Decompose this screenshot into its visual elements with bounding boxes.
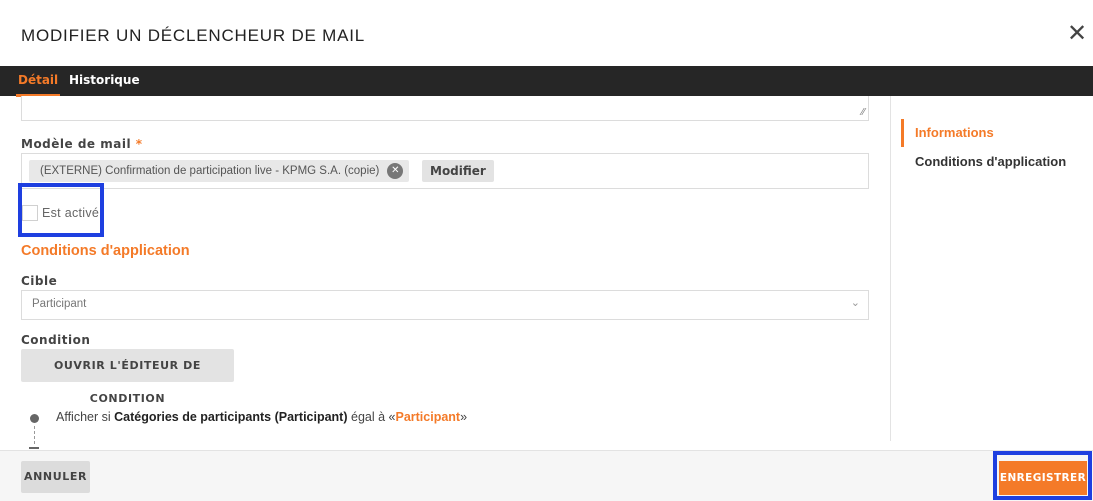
tab-history[interactable]: Historique [69,73,140,87]
condition-suffix: » [460,410,468,424]
dialog-header: MODIFIER UN DÉCLENCHEUR DE MAIL ✕ [0,0,1093,66]
condition-bullet-icon [30,414,39,423]
required-mark: * [135,137,143,151]
condition-field: Catégories de participants (Participant) [114,410,348,424]
sidebar-active-indicator [901,119,904,147]
form-panel: ⁄⁄ Modèle de mail * (EXTERNE) Confirmati… [0,96,890,452]
is-active-checkbox[interactable] [22,205,38,221]
is-active-label[interactable]: Est activé [42,206,99,220]
chevron-down-icon: ⌄ [850,297,860,309]
remove-chip-icon[interactable]: ✕ [387,163,404,179]
resize-grip-icon[interactable]: ⁄⁄ [862,107,865,118]
close-icon[interactable]: ✕ [1067,22,1087,46]
dialog-footer: ANNULER ENREGISTRER [0,450,1093,501]
mail-template-value: (EXTERNE) Confirmation de participation … [40,165,380,177]
sidebar-item-conditions[interactable]: Conditions d'application [915,154,1066,169]
save-button[interactable]: ENREGISTRER [999,461,1087,495]
conditions-section-title: Conditions d'application [21,243,190,259]
cancel-button[interactable]: ANNULER [21,461,90,493]
target-select-value: Participant [32,298,87,310]
sidebar-divider [890,96,891,441]
dialog-title: MODIFIER UN DÉCLENCHEUR DE MAIL [21,26,366,45]
condition-rule: Afficher si Catégories de participants (… [56,410,467,424]
condition-next-bullet-icon [29,447,39,449]
open-condition-editor-button[interactable]: OUVRIR L'ÉDITEUR DE CONDITION [21,349,234,405]
description-textarea[interactable]: ⁄⁄ [21,96,869,121]
condition-prefix: Afficher si [56,410,115,424]
condition-label: Condition [21,333,91,347]
tab-bar: Détail Historique [0,66,1093,97]
condition-operator: égal à « [347,410,396,424]
mail-template-chip: (EXTERNE) Confirmation de participation … [29,160,410,182]
target-select[interactable]: Participant ⌄ [21,290,869,320]
mail-template-field[interactable]: (EXTERNE) Confirmation de participation … [21,153,869,189]
mail-template-label-text: Modèle de mail [21,137,132,151]
target-label: Cible [21,274,58,288]
modify-template-button[interactable]: Modifier [422,160,494,182]
mail-template-label: Modèle de mail * [21,137,143,151]
condition-connector [34,426,35,444]
condition-value: Participant [395,410,461,424]
tab-detail[interactable]: Détail [15,73,61,97]
sidebar-item-informations[interactable]: Informations [915,125,994,140]
